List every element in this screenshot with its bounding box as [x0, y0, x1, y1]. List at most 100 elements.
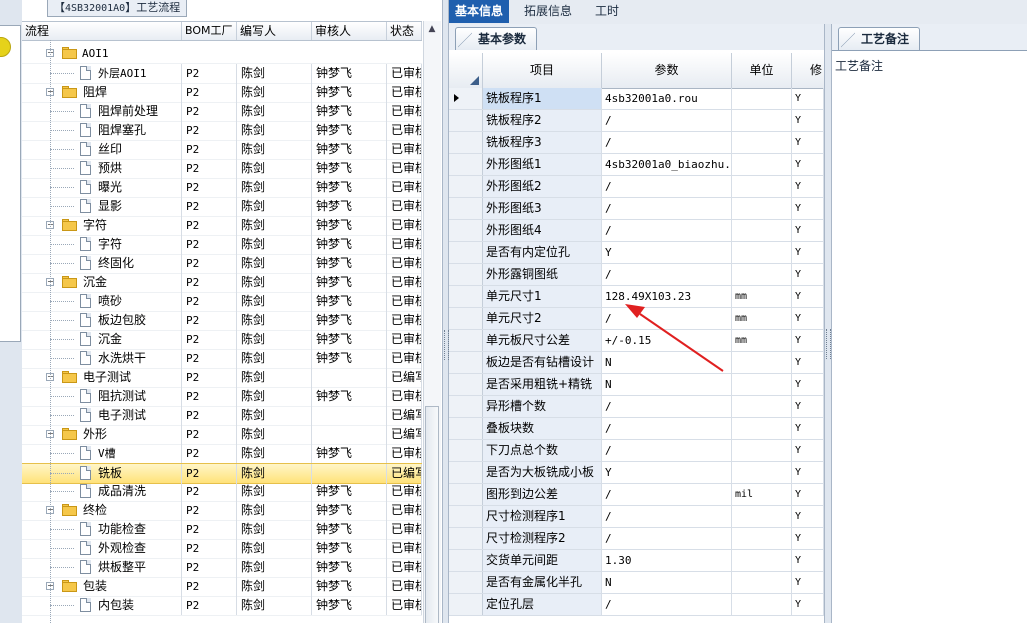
cell-param[interactable]: Y [602, 242, 732, 263]
row-header[interactable] [449, 154, 483, 175]
row-header[interactable] [449, 374, 483, 395]
cell-modify[interactable]: Y [792, 110, 824, 131]
tree-row[interactable]: 丝印 P2陈剑钟梦飞已审核 [22, 140, 422, 160]
cell-item[interactable]: 单元板尺寸公差 [483, 330, 602, 351]
tree-row[interactable]: 内包装 P2陈剑钟梦飞已审核 [22, 596, 422, 616]
cell-unit[interactable] [732, 110, 792, 131]
col-status[interactable]: 状态 [387, 22, 422, 40]
tree-row[interactable]: 预烘 P2陈剑钟梦飞已审核 [22, 159, 422, 179]
tree-row[interactable]: − AOI1 [22, 44, 422, 64]
cell-unit[interactable] [732, 506, 792, 527]
cell-param[interactable]: / [602, 506, 732, 527]
tree-row[interactable]: 板边包胶 P2陈剑钟梦飞已审核 [22, 311, 422, 331]
cell-unit[interactable] [732, 418, 792, 439]
tree-row[interactable]: 外层AOI1 P2陈剑钟梦飞已审核 [22, 64, 422, 84]
param-row[interactable]: 铣板程序2/ Y [449, 110, 824, 132]
tree-row[interactable]: 喷砂 P2陈剑钟梦飞已审核 [22, 292, 422, 312]
tree-row[interactable]: 阻抗测试 P2陈剑钟梦飞已审核 [22, 387, 422, 407]
row-header[interactable] [449, 440, 483, 461]
cell-modify[interactable]: Y [792, 418, 824, 439]
cell-item[interactable]: 尺寸检测程序2 [483, 528, 602, 549]
cell-item[interactable]: 交货单元间距 [483, 550, 602, 571]
tree-group-row[interactable]: −包装P2陈剑钟梦飞已审核 [22, 577, 422, 597]
param-row[interactable]: 是否有内定位孔 Y Y [449, 242, 824, 264]
cell-param[interactable]: / [602, 110, 732, 131]
cell-item[interactable]: 尺寸检测程序1 [483, 506, 602, 527]
cell-param[interactable]: 128.49X103.23 [602, 286, 732, 307]
tree-row[interactable]: 字符 P2陈剑钟梦飞已审核 [22, 235, 422, 255]
cell-item[interactable]: 是否采用粗铣+精铣 [483, 374, 602, 395]
cell-item[interactable]: 异形槽个数 [483, 396, 602, 417]
param-row[interactable]: 异形槽个数 / Y [449, 396, 824, 418]
cell-unit[interactable] [732, 176, 792, 197]
cell-param[interactable]: / [602, 594, 732, 615]
cell-param[interactable]: +/-0.15 [602, 330, 732, 351]
param-row[interactable]: 外形图纸3/ Y [449, 198, 824, 220]
tree-row[interactable]: 水洗烘干 P2陈剑钟梦飞已审核 [22, 349, 422, 369]
cell-param[interactable]: / [602, 418, 732, 439]
cell-item[interactable]: 单元尺寸2 [483, 308, 602, 329]
cell-item[interactable]: 单元尺寸1 [483, 286, 602, 307]
row-header[interactable] [449, 330, 483, 351]
row-header[interactable] [449, 506, 483, 527]
cell-modify[interactable]: Y [792, 572, 824, 593]
cell-unit[interactable] [732, 220, 792, 241]
row-header[interactable] [449, 550, 483, 571]
cell-modify[interactable]: Y [792, 440, 824, 461]
col-item[interactable]: 项目 [483, 53, 602, 88]
process-notes-label[interactable]: 工艺备注 [835, 57, 883, 74]
param-row[interactable]: 下刀点总个数 / Y [449, 440, 824, 462]
right-splitter[interactable] [824, 24, 832, 623]
col-writer[interactable]: 编写人 [237, 22, 312, 40]
param-row[interactable]: 外形图纸4/ Y [449, 220, 824, 242]
tree-row[interactable]: 电子测试 P2陈剑 已编写 [22, 406, 422, 426]
cell-modify[interactable]: Y [792, 462, 824, 483]
cell-item[interactable]: 下刀点总个数 [483, 440, 602, 461]
row-header[interactable] [449, 572, 483, 593]
cell-param[interactable]: N [602, 374, 732, 395]
param-row[interactable]: 板边是否有钻槽设计 N Y [449, 352, 824, 374]
tree-row[interactable]: 显影 P2陈剑钟梦飞已审核 [22, 197, 422, 217]
param-row[interactable]: 图形到边公差 / mil Y [449, 484, 824, 506]
cell-modify[interactable]: Y [792, 352, 824, 373]
cell-item[interactable]: 板边是否有钻槽设计 [483, 352, 602, 373]
param-row[interactable]: 单元板尺寸公差 +/-0.15 mm Y [449, 330, 824, 352]
cell-item[interactable]: 外形图纸3 [483, 198, 602, 219]
cell-unit[interactable] [732, 528, 792, 549]
tree-group-row[interactable]: −沉金P2陈剑钟梦飞已审核 [22, 273, 422, 293]
cell-modify[interactable]: Y [792, 198, 824, 219]
cell-item[interactable]: 是否有金属化半孔 [483, 572, 602, 593]
cell-param[interactable]: N [602, 352, 732, 373]
cell-modify[interactable]: Y [792, 132, 824, 153]
tab-process-notes[interactable]: 工艺备注 [838, 27, 921, 50]
tree-row[interactable]: 沉金 P2陈剑钟梦飞已审核 [22, 330, 422, 350]
cell-param[interactable]: / [602, 484, 732, 505]
row-header[interactable] [449, 352, 483, 373]
cell-param[interactable]: 4sb32001a0_biaozhu... [602, 154, 732, 175]
param-row[interactable]: 外形图纸1 4sb32001a0_biaozhu... Y [449, 154, 824, 176]
cell-param[interactable]: 4sb32001a0.rou [602, 88, 732, 109]
tree-row[interactable]: 功能检查 P2陈剑钟梦飞已审核 [22, 520, 422, 540]
cell-unit[interactable] [732, 264, 792, 285]
tree-scrollbar[interactable]: ▲ [423, 21, 441, 623]
cell-param[interactable]: / [602, 396, 732, 417]
param-row[interactable]: 外形露铜图纸 / Y [449, 264, 824, 286]
row-header[interactable] [449, 88, 483, 109]
tab-basic-params[interactable]: 基本参数 [455, 27, 538, 50]
cell-unit[interactable] [732, 352, 792, 373]
cell-unit[interactable] [732, 374, 792, 395]
cell-param[interactable]: / [602, 176, 732, 197]
cell-unit[interactable] [732, 440, 792, 461]
cell-modify[interactable]: Y [792, 264, 824, 285]
tab-work-hours[interactable]: 工时 [589, 0, 625, 23]
cell-modify[interactable]: Y [792, 308, 824, 329]
row-header[interactable] [449, 308, 483, 329]
cell-param[interactable]: / [602, 308, 732, 329]
col-unit[interactable]: 单位 [732, 53, 792, 88]
col-param[interactable]: 参数 [602, 53, 732, 88]
cell-modify[interactable]: Y [792, 374, 824, 395]
scroll-up-icon[interactable]: ▲ [426, 23, 438, 35]
row-header[interactable] [449, 242, 483, 263]
param-row[interactable]: 是否采用粗铣+精铣 N Y [449, 374, 824, 396]
row-header[interactable] [449, 396, 483, 417]
